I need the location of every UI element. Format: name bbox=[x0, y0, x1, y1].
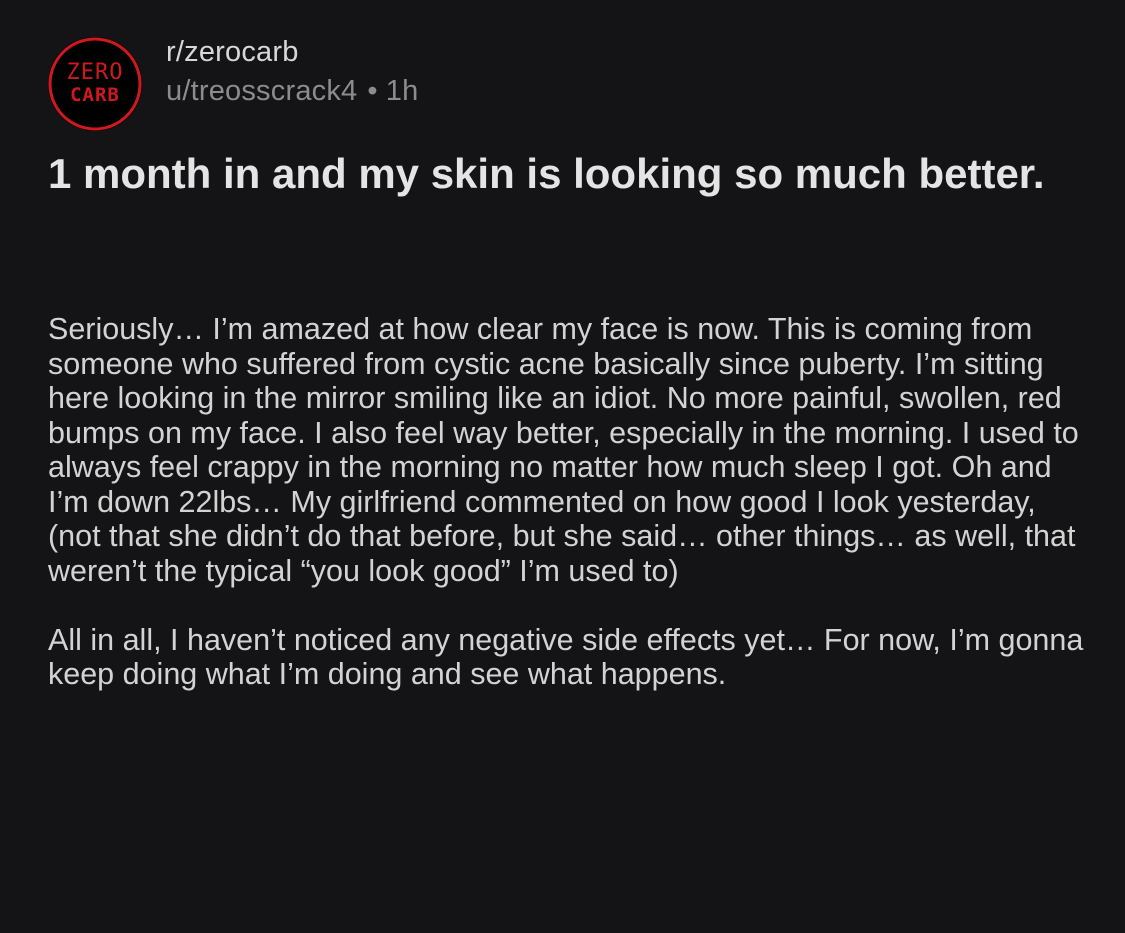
post-header: r/zerocarb u/treosscrack4 • 1h bbox=[166, 34, 418, 109]
post-paragraph: All in all, I haven’t noticed any negati… bbox=[48, 622, 1084, 692]
logo-text-top: ZERO bbox=[67, 60, 124, 85]
logo-text-bottom: CARB bbox=[70, 84, 120, 106]
post-age: 1h bbox=[385, 75, 419, 107]
separator-dot: • bbox=[367, 75, 378, 107]
zerocarb-logo-icon: ZERO CARB bbox=[48, 37, 142, 131]
post-card: ZERO CARB r/zerocarb u/treosscrack4 • 1h 1… bbox=[0, 0, 1125, 933]
post-body: Seriously… I’m amazed at how clear my fa… bbox=[48, 312, 1088, 692]
subreddit-avatar[interactable]: ZERO CARB bbox=[48, 37, 142, 131]
post-title[interactable]: 1 month in and my skin is looking so muc… bbox=[48, 150, 1088, 197]
subreddit-name[interactable]: r/zerocarb bbox=[166, 34, 418, 70]
author-line: u/treosscrack4 • 1h bbox=[166, 73, 418, 109]
author-name[interactable]: u/treosscrack4 bbox=[166, 75, 357, 107]
post-paragraph: Seriously… I’m amazed at how clear my fa… bbox=[48, 312, 1079, 588]
